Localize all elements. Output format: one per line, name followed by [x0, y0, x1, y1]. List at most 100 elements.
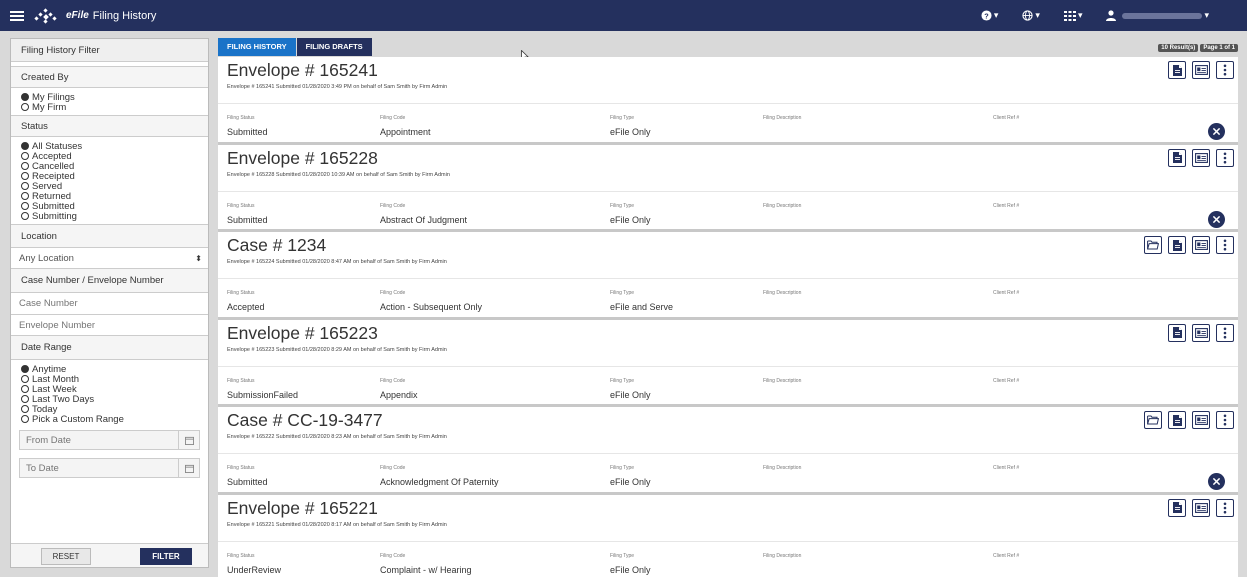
more-options-button[interactable]	[1216, 148, 1234, 167]
filing-title[interactable]: Case # CC-19-3477	[227, 410, 383, 431]
language-menu[interactable]: ▾	[1022, 10, 1040, 21]
vertical-dots-icon	[1223, 152, 1227, 163]
card-divider	[218, 453, 1238, 454]
cancel-filing-button[interactable]	[1208, 473, 1225, 490]
status-option-cancelled[interactable]: Cancelled	[11, 161, 208, 172]
created-by-options: My Filings My Firm	[11, 88, 208, 115]
status-option-submitted[interactable]: Submitted	[11, 201, 208, 212]
filing-title[interactable]: Envelope # 165228	[227, 148, 378, 169]
status-option-accepted[interactable]: Accepted	[11, 151, 208, 162]
date-option-today[interactable]: Today	[11, 404, 208, 415]
filing-description-label: Filing Description	[763, 465, 802, 471]
reset-button[interactable]: RESET	[41, 548, 91, 565]
from-date-input[interactable]	[19, 430, 179, 450]
filing-list: Envelope # 165241 Envelope # 165241 Subm…	[218, 57, 1238, 577]
document-button[interactable]	[1168, 61, 1186, 79]
vertical-dots-icon	[1223, 239, 1227, 251]
to-date-input[interactable]	[19, 458, 179, 478]
card-actions	[1144, 236, 1234, 254]
radio-icon	[21, 212, 29, 220]
document-button[interactable]	[1168, 498, 1186, 517]
filing-type-label: Filing Type	[610, 115, 635, 121]
from-date-field	[19, 430, 200, 450]
created-by-title: Created By	[11, 66, 208, 88]
card-actions	[1168, 148, 1234, 167]
help-menu[interactable]: ? ▾	[981, 10, 998, 21]
to-date-field	[19, 458, 200, 478]
more-options-button[interactable]	[1216, 411, 1234, 429]
filing-code-label: Filing Code	[380, 115, 406, 121]
radio-selected-icon	[21, 365, 29, 373]
more-options-button[interactable]	[1216, 498, 1234, 517]
contact-card-button[interactable]	[1192, 498, 1210, 517]
case-number-input[interactable]	[11, 293, 208, 315]
status-option-served[interactable]: Served	[11, 181, 208, 192]
filing-type-value: eFile and Serve	[610, 302, 674, 312]
filing-title[interactable]: Case # 1234	[227, 235, 326, 256]
filing-type-value: eFile Only	[610, 389, 651, 400]
cancel-filing-button[interactable]	[1208, 210, 1225, 228]
filing-title[interactable]: Envelope # 165241	[227, 60, 378, 81]
filing-code-value: Abstract Of Judgment	[380, 214, 468, 225]
date-option-last-week[interactable]: Last Week	[11, 384, 208, 395]
filing-subtitle: Envelope # 165224 Submitted 01/28/2020 8…	[227, 259, 447, 265]
filing-title[interactable]: Envelope # 165223	[227, 323, 378, 344]
hamburger-menu-icon[interactable]	[10, 10, 24, 21]
document-button[interactable]	[1168, 236, 1186, 254]
more-options-button[interactable]	[1216, 61, 1234, 79]
created-by-option-my-firm[interactable]: My Firm	[11, 101, 208, 113]
card-divider	[218, 103, 1238, 104]
date-option-custom-range[interactable]: Pick a Custom Range	[11, 414, 208, 425]
radio-label: My Firm	[32, 101, 67, 113]
vertical-dots-icon	[1223, 502, 1227, 513]
status-option-receipted[interactable]: Receipted	[11, 171, 208, 182]
folder-open-icon	[1147, 240, 1159, 250]
calendar-icon[interactable]	[179, 430, 200, 450]
filing-description-label: Filing Description	[763, 552, 802, 559]
apps-menu[interactable]: ▾	[1063, 10, 1082, 21]
status-option-returned[interactable]: Returned	[11, 191, 208, 202]
status-option-submitting[interactable]: Submitting	[11, 211, 208, 222]
date-option-anytime[interactable]: Anytime	[11, 364, 208, 375]
contact-card-button[interactable]	[1192, 236, 1210, 254]
id-card-icon	[1194, 152, 1208, 163]
envelope-number-input[interactable]	[11, 315, 208, 336]
radio-icon	[21, 415, 29, 423]
more-options-button[interactable]	[1216, 236, 1234, 254]
date-option-last-month[interactable]: Last Month	[11, 374, 208, 385]
folder-open-icon	[1147, 415, 1159, 425]
case-folder-button[interactable]	[1144, 411, 1162, 429]
tab-filing-history[interactable]: FILING HISTORY	[218, 38, 296, 56]
document-button[interactable]	[1168, 148, 1186, 167]
filter-sidebar-title: Filing History Filter	[11, 39, 208, 62]
document-button[interactable]	[1168, 411, 1186, 429]
calendar-icon[interactable]	[179, 458, 200, 478]
filing-title[interactable]: Envelope # 165221	[227, 498, 378, 519]
contact-card-button[interactable]	[1192, 411, 1210, 429]
user-menu[interactable]: ▾	[1106, 10, 1209, 21]
document-button[interactable]	[1168, 323, 1186, 342]
radio-icon	[21, 162, 29, 170]
efile-logo-icon	[34, 7, 57, 24]
location-select[interactable]: Any Location ⬍	[11, 248, 208, 269]
created-by-option-my-filings[interactable]: My Filings	[11, 92, 208, 103]
close-icon	[1213, 215, 1220, 223]
case-folder-button[interactable]	[1144, 236, 1162, 254]
document-icon	[1172, 414, 1182, 426]
close-icon	[1213, 478, 1220, 485]
contact-card-button[interactable]	[1192, 148, 1210, 167]
contact-card-button[interactable]	[1192, 61, 1210, 79]
card-actions	[1168, 323, 1234, 342]
client-ref-label: Client Ref #	[993, 552, 1020, 559]
tab-filing-drafts[interactable]: FILING DRAFTS	[296, 38, 372, 56]
filing-card: Envelope # 165241 Envelope # 165241 Subm…	[218, 57, 1238, 145]
date-option-last-two-days[interactable]: Last Two Days	[11, 394, 208, 405]
cancel-filing-button[interactable]	[1208, 123, 1225, 140]
more-options-button[interactable]	[1216, 323, 1234, 342]
filing-description-label: Filing Description	[763, 377, 802, 384]
filter-button[interactable]: FILTER	[140, 548, 192, 565]
radio-icon	[21, 405, 29, 413]
contact-card-button[interactable]	[1192, 323, 1210, 342]
filing-code-value: Complaint - w/ Hearing	[380, 564, 472, 575]
status-option-all[interactable]: All Statuses	[11, 141, 208, 152]
